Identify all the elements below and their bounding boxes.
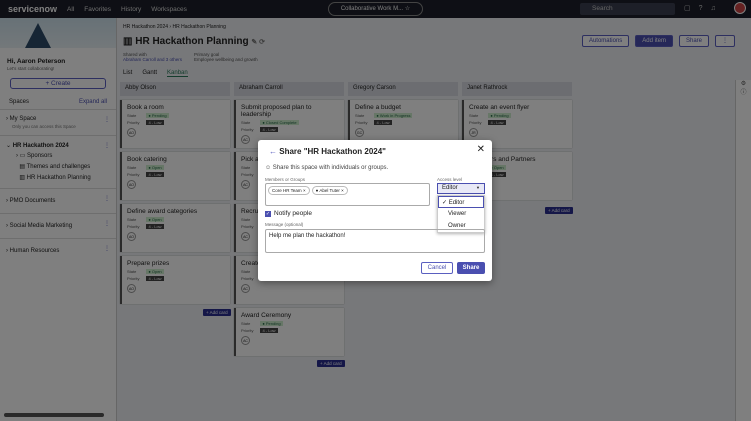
chip-label: Abel Tuter (319, 188, 340, 193)
select-value: Editor (442, 185, 458, 191)
dialog-subtitle: ☺ Share this space with individuals or g… (265, 165, 389, 171)
caret-icon: ▼ (476, 185, 480, 190)
chip-label: Core HR Team (272, 188, 302, 193)
access-label: Access level (437, 177, 463, 182)
notify-checkbox[interactable]: ✓ Notify people (265, 210, 312, 217)
access-menu: ✓ Editor Viewer Owner (437, 195, 485, 233)
members-input[interactable]: Core HR Team × ● Abel Tuter × (265, 183, 430, 206)
remove-icon[interactable]: × (341, 188, 344, 193)
option-label: Editor (448, 200, 465, 206)
share-confirm-button[interactable]: Share (457, 262, 485, 274)
message-input[interactable]: Help me plan the hackathon! (265, 229, 485, 253)
option-viewer[interactable]: Viewer (438, 208, 484, 220)
members-label: Members or Groups (265, 177, 306, 182)
member-chip: ● Abel Tuter × (311, 186, 348, 195)
subtitle-text: Share this space with individuals or gro… (272, 165, 389, 171)
option-editor[interactable]: ✓ Editor (438, 196, 484, 208)
cancel-button[interactable]: Cancel (421, 262, 453, 274)
dialog-title: ← Share "HR Hackathon 2024" (269, 147, 386, 156)
member-chip: Core HR Team × (268, 186, 310, 195)
back-icon[interactable]: ← (269, 147, 277, 156)
remove-icon[interactable]: × (303, 188, 306, 193)
access-select[interactable]: Editor ▼ (437, 183, 485, 194)
share-dialog: ← Share "HR Hackathon 2024" ✕ ☺ Share th… (258, 140, 492, 281)
close-icon[interactable]: ✕ (477, 144, 485, 155)
check-icon: ✓ (265, 210, 271, 217)
title-text: Share "HR Hackathon 2024" (279, 147, 386, 156)
message-label: Message (optional) (265, 222, 304, 227)
notify-label: Notify people (274, 210, 312, 217)
